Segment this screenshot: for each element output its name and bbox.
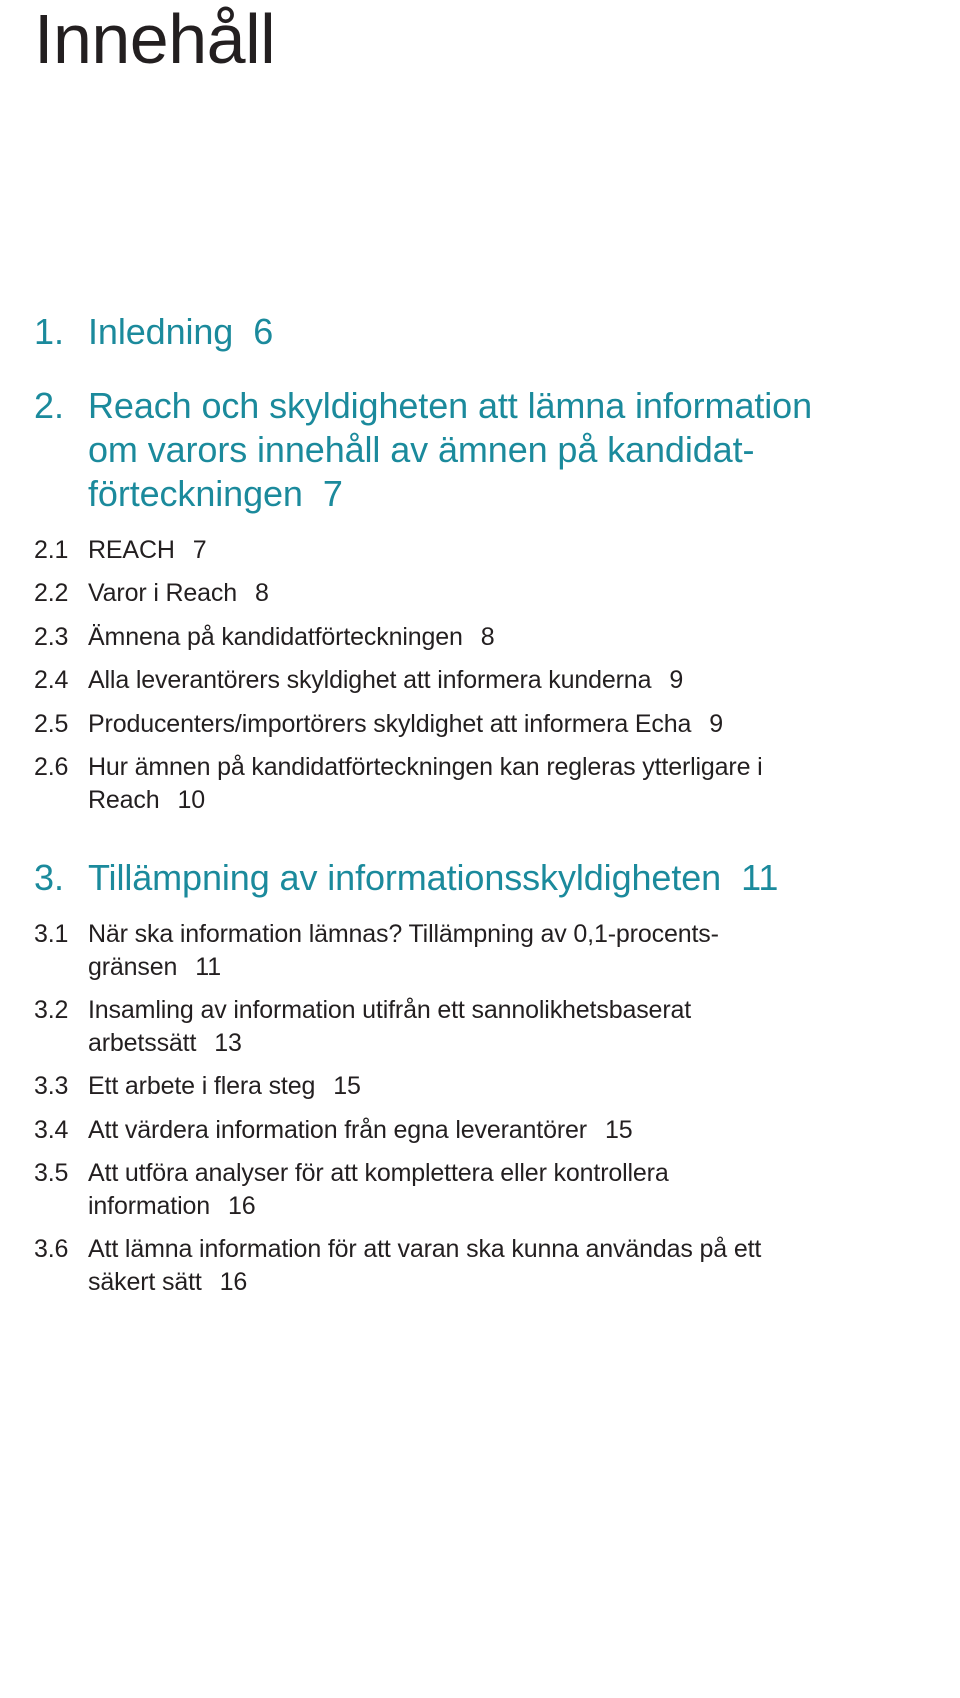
toc-entry-number: 2.3	[34, 622, 69, 651]
page-title: Innehåll	[34, 0, 276, 78]
toc-entry-title: Ämnena på kandidatförteckningen 8	[88, 622, 495, 651]
toc-entry-section-2-6[interactable]: 2.6 Hur ämnen på kandidatförteckningen k…	[34, 751, 920, 816]
toc-entry-section-3-6[interactable]: 3.6 Att lämna information för att varan …	[34, 1233, 920, 1298]
toc-entry-section-3-3[interactable]: 3.3 Ett arbete i flera steg 15	[34, 1070, 920, 1103]
toc-entry-chapter-2[interactable]: 2. Reach och skyldigheten att lämna info…	[34, 384, 920, 516]
toc-entry-title: Inledning 6	[88, 311, 274, 352]
toc-entry-section-2-1[interactable]: 2.1 REACH 7	[34, 534, 920, 567]
toc-entry-page: 8	[480, 622, 495, 651]
toc-entry-number: 2.2	[34, 579, 69, 608]
toc-entry-number: 3.5	[34, 1159, 69, 1188]
toc-entry-section-2-2[interactable]: 2.2 Varor i Reach 8	[34, 577, 920, 610]
toc-entry-number: 2.1	[34, 535, 69, 564]
toc-entry-number: 3.6	[34, 1235, 69, 1264]
toc-entry-page: 15	[333, 1072, 361, 1101]
toc-entry-number: 2.4	[34, 666, 69, 695]
toc-entry-page: 11	[195, 952, 221, 981]
toc-entry-title: Att värdera information från egna levera…	[88, 1115, 633, 1144]
toc-entry-title: Insamling av information utifrån ett san…	[88, 996, 692, 1057]
toc-entry-title: Varor i Reach 8	[88, 579, 269, 608]
toc-entry-section-2-4[interactable]: 2.4 Alla leverantörers skyldighet att in…	[34, 664, 920, 697]
toc-entry-page: 6	[253, 311, 274, 352]
toc-entry-section-3-5[interactable]: 3.5 Att utföra analyser för att komplett…	[34, 1157, 920, 1222]
table-of-contents: 1. Inledning 6 2. Reach och skyldigheten …	[34, 310, 920, 1298]
toc-entry-chapter-1[interactable]: 1. Inledning 6	[34, 310, 920, 354]
toc-entry-title: När ska information lämnas? Tillämpning …	[88, 920, 719, 981]
toc-entry-number: 3.	[34, 857, 65, 899]
toc-entry-title: Tillämpning av informationsskyldigheten 1…	[88, 857, 779, 899]
toc-entry-title: Alla leverantörers skyldighet att inform…	[88, 666, 684, 695]
toc-entry-section-3-4[interactable]: 3.4 Att värdera information från egna le…	[34, 1114, 920, 1147]
toc-entry-page: 9	[669, 666, 684, 695]
toc-entry-page: 7	[322, 472, 343, 514]
toc-entry-page: 11	[741, 857, 779, 899]
document-page: Innehåll 1. Inledning 6 2. Reach och skyl…	[0, 0, 960, 1698]
toc-entry-page: 9	[709, 709, 724, 738]
toc-entry-page: 7	[192, 535, 207, 564]
toc-entry-section-3-2[interactable]: 3.2 Insamling av information utifrån ett…	[34, 994, 920, 1059]
toc-entry-title: Producenters/importörers skyldighet att …	[88, 709, 724, 738]
toc-entry-page: 10	[177, 785, 206, 814]
toc-entry-section-2-5[interactable]: 2.5 Producenters/importörers skyldighet …	[34, 708, 920, 741]
toc-entry-title: Reach och skyldigheten att lämna informa…	[88, 384, 813, 514]
toc-entry-number: 2.5	[34, 709, 69, 738]
toc-entry-page: 13	[214, 1028, 242, 1057]
toc-entry-chapter-3[interactable]: 3. Tillämpning av informationsskyldighet…	[34, 856, 920, 900]
toc-entry-title: Att utföra analyser för att komplettera …	[88, 1159, 669, 1220]
toc-entry-page: 8	[255, 579, 269, 608]
toc-entry-title: REACH 7	[88, 535, 207, 564]
toc-entry-number: 3.4	[34, 1115, 69, 1144]
toc-entry-page: 16	[219, 1267, 248, 1296]
toc-entry-title: Att lämna information för att varan ska …	[88, 1235, 762, 1296]
toc-entry-number: 1.	[34, 311, 65, 352]
toc-entry-number: 2.	[34, 384, 65, 426]
toc-entry-number: 3.3	[34, 1072, 69, 1101]
toc-entry-page: 15	[604, 1115, 633, 1144]
toc-entry-title: Ett arbete i flera steg 15	[88, 1072, 361, 1101]
toc-entry-section-2-3[interactable]: 2.3 Ämnena på kandidatförteckningen 8	[34, 621, 920, 654]
toc-entry-number: 2.6	[34, 753, 69, 782]
toc-entry-number: 3.1	[34, 920, 69, 949]
toc-entry-number: 3.2	[34, 996, 69, 1025]
toc-entry-section-3-1[interactable]: 3.1 När ska information lämnas? Tillämpn…	[34, 918, 920, 983]
toc-entry-page: 16	[228, 1191, 256, 1220]
toc-entry-title: Hur ämnen på kandidatförteckningen kan r…	[88, 753, 763, 814]
